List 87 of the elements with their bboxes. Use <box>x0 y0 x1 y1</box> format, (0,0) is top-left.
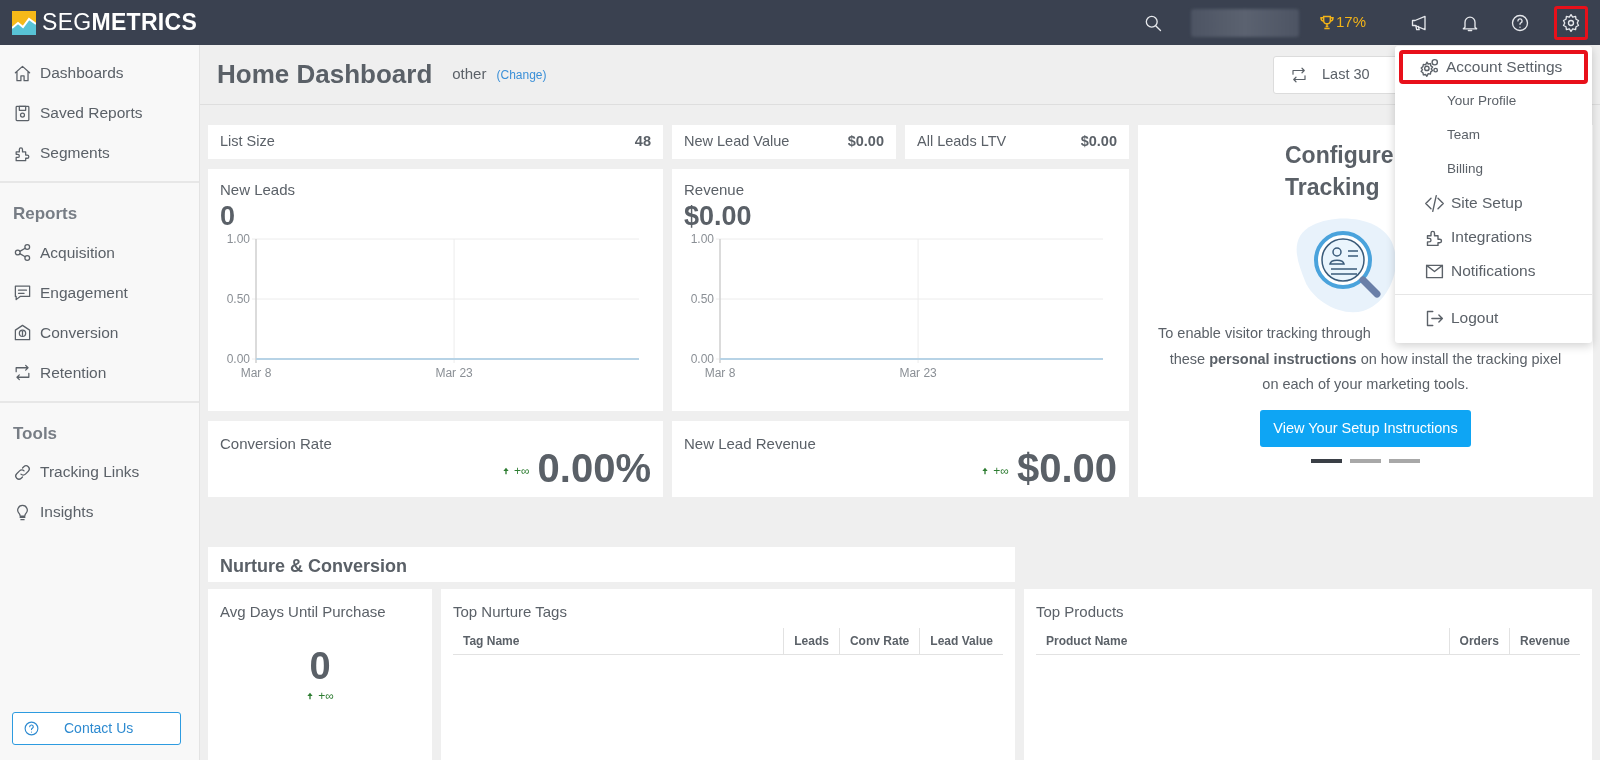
trend-value: +∞ <box>993 462 1009 480</box>
chart-title: New Leads <box>220 180 297 200</box>
card-title: Top Nurture Tags <box>453 602 568 622</box>
axis-label: Mar 8 <box>704 366 736 381</box>
menu-item[interactable]: Team <box>1399 118 1588 152</box>
sidebar-item[interactable]: Dashboards <box>0 53 199 93</box>
help-icon <box>1510 12 1530 33</box>
code-icon <box>1424 192 1445 214</box>
kpi-value: 0.00% <box>537 447 651 488</box>
chart-value: $0.00 <box>684 201 753 232</box>
column-header[interactable]: Orders <box>1448 627 1509 655</box>
axis-label: 0.00 <box>226 352 250 367</box>
panel-title: Tracking <box>1285 173 1380 203</box>
repeat-icon <box>1290 65 1308 84</box>
column-header[interactable]: Revenue <box>1508 627 1580 655</box>
axis-label: 1.00 <box>690 232 714 247</box>
column-header[interactable]: Lead Value <box>919 627 1003 655</box>
menu-item[interactable]: Billing <box>1399 152 1588 186</box>
stat-label: All Leads LTV <box>917 132 1007 152</box>
settings-button[interactable] <box>1554 5 1588 40</box>
axis-label: 1.00 <box>226 232 250 247</box>
section-heading: Tools <box>12 422 59 445</box>
home-icon <box>13 63 32 83</box>
menu-item[interactable]: Site Setup <box>1399 186 1588 220</box>
share-icon <box>13 243 32 262</box>
sidebar-item[interactable]: Tracking Links <box>0 452 199 492</box>
axis-label: 0.00 <box>690 352 714 367</box>
carousel-indicator[interactable] <box>1311 459 1342 464</box>
chart-title: Revenue <box>684 180 746 200</box>
dashboard-type: other <box>452 64 487 85</box>
page-title: Home Dashboard <box>217 58 433 91</box>
stat-value: $0.00 <box>847 132 884 152</box>
menu-item[interactable]: Notifications <box>1399 254 1588 288</box>
sidebar-item[interactable]: Retention <box>0 352 199 393</box>
link-icon <box>13 462 32 482</box>
contact-button[interactable]: Contact Us <box>12 712 181 745</box>
sidebar-item[interactable]: Engagement <box>0 272 199 313</box>
chart-value: 0 <box>220 201 237 232</box>
avg-days-value: 0 <box>308 645 332 688</box>
axis-label: Mar 23 <box>435 366 473 381</box>
trophy-icon <box>1318 14 1335 31</box>
sidebar-item[interactable]: Acquisition <box>0 232 199 273</box>
stat-label: List Size <box>220 132 275 152</box>
trend-value: +∞ <box>318 688 334 706</box>
menu-item[interactable]: Integrations <box>1399 220 1588 254</box>
card-title: Top Products <box>1036 602 1125 622</box>
money-icon <box>13 323 32 342</box>
column-header[interactable]: Product Name <box>1036 627 1449 655</box>
settings-icon <box>1561 12 1581 33</box>
repeat-icon <box>13 363 32 382</box>
axis-label: 0.50 <box>226 292 250 307</box>
axis-label: Mar 8 <box>240 366 272 381</box>
up-arrow-icon <box>502 465 510 476</box>
achievement-badge[interactable]: 17% <box>1318 11 1366 34</box>
stat-label: New Lead Value <box>684 132 790 152</box>
axis-label: 0.50 <box>690 292 714 307</box>
trend-value: +∞ <box>514 462 530 480</box>
gears-icon <box>1419 56 1440 78</box>
kpi-label: Conversion Rate <box>220 434 333 454</box>
panel-title: Configure <box>1285 141 1394 170</box>
sidebar-item[interactable]: Saved Reports <box>0 93 199 133</box>
section-title: Nurture & Conversion <box>208 547 1015 582</box>
instructions-text: these personal instructions on how install the tracking pixel <box>1168 349 1563 369</box>
sidebar-item[interactable]: Conversion <box>0 312 199 353</box>
sidebar-item[interactable]: Segments <box>0 133 199 173</box>
menu-item[interactable]: Account Settings <box>1399 50 1588 84</box>
column-header[interactable]: Conv Rate <box>838 627 920 655</box>
menu-item[interactable]: Logout <box>1399 301 1588 335</box>
section-heading: Reports <box>12 203 79 225</box>
kpi-label: New Lead Revenue <box>684 434 817 454</box>
stat-value: $0.00 <box>1080 132 1117 152</box>
kpi-value: $0.00 <box>1016 447 1117 488</box>
help-icon <box>23 720 40 737</box>
menu-item[interactable]: Your Profile <box>1399 84 1588 118</box>
chat-icon <box>13 283 32 302</box>
stat-value: 48 <box>634 132 651 152</box>
card-title: Avg Days Until Purchase <box>220 602 387 622</box>
up-arrow-icon <box>981 465 990 476</box>
instructions-text: on each of your marketing tools. <box>1261 375 1470 395</box>
logo-icon <box>12 10 36 35</box>
logo-text: SEGMETRICS <box>42 8 198 38</box>
column-header[interactable]: Tag Name <box>453 627 784 655</box>
up-arrow-icon <box>306 691 315 702</box>
column-header[interactable]: Leads <box>783 627 839 655</box>
axis-label: Mar 23 <box>899 366 937 381</box>
sidebar-item[interactable]: Insights <box>0 492 199 532</box>
instructions-text: To enable visitor tracking through <box>1157 324 1372 344</box>
